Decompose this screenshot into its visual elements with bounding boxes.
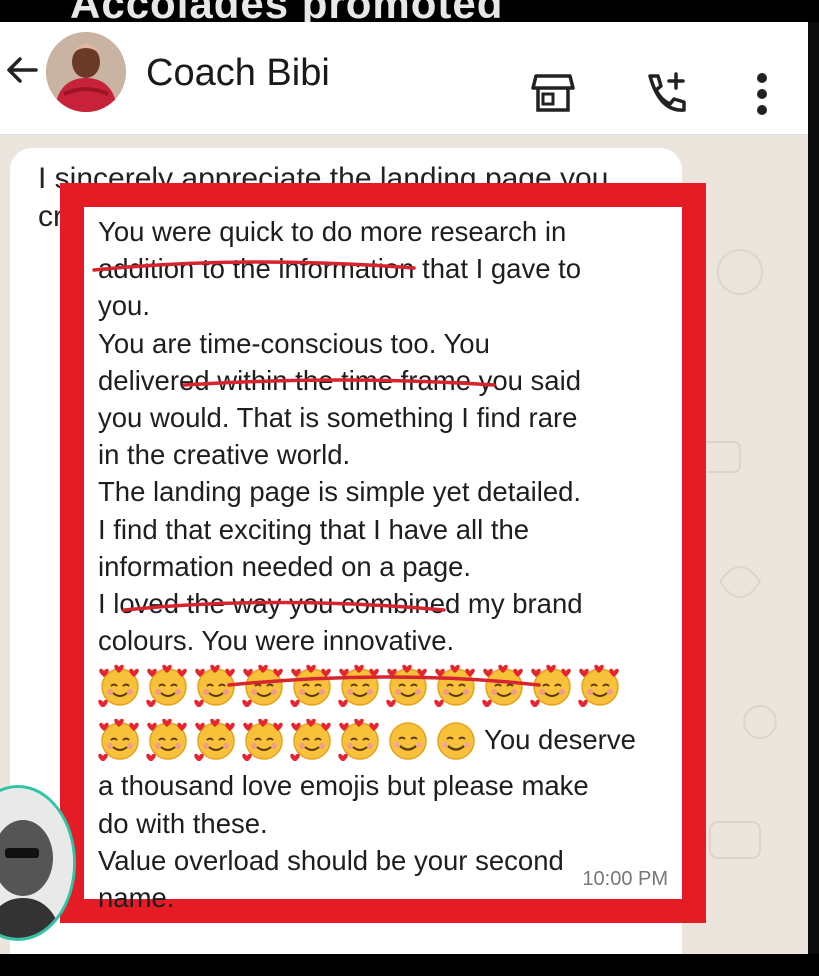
contact-name[interactable]: Coach Bibi <box>146 52 330 95</box>
smiling-face-icon <box>437 722 475 761</box>
highlight-frame: You were quick to do more research in ad… <box>60 183 706 923</box>
contact-avatar[interactable] <box>46 32 126 112</box>
back-arrow-icon[interactable] <box>2 50 42 90</box>
message-line: I find that exciting that I have all the <box>98 513 530 545</box>
call-add-icon[interactable] <box>640 70 688 118</box>
message-line: information needed on a page. <box>98 550 472 582</box>
more-vert-icon[interactable] <box>756 72 768 116</box>
emoji-row <box>98 663 668 713</box>
smiling-face-with-hearts-icon <box>242 665 283 708</box>
smiling-face-with-hearts-icon <box>98 719 139 762</box>
avatar-photo <box>46 32 126 112</box>
smiling-face-with-hearts-icon <box>578 665 619 708</box>
smiling-face-with-hearts-icon <box>434 665 475 708</box>
message-line: in the creative world. <box>98 439 351 471</box>
smiling-face-with-hearts-icon <box>242 719 283 762</box>
smiling-face-with-hearts-icon <box>290 665 331 708</box>
message-timestamp: 10:00 PM <box>582 868 668 890</box>
message-line: You are time-conscious too. You <box>98 327 490 359</box>
smiling-face-icon <box>389 722 427 761</box>
message-line: The landing page is simple yet detailed. <box>98 476 582 508</box>
message-line: you. <box>98 290 150 322</box>
message-line: delivered within the time frame you said <box>98 364 582 396</box>
message-line: do with these. <box>98 807 268 839</box>
smiling-face-with-hearts-icon <box>482 665 523 708</box>
message-line: addition to the information that I gave … <box>98 253 582 285</box>
video-bottom-strip <box>0 954 819 976</box>
smiling-face-with-hearts-icon <box>194 665 235 708</box>
smiling-face-with-hearts-icon <box>338 665 379 708</box>
chat-header: Coach Bibi <box>0 22 808 135</box>
message-line: colours. You were innovative. <box>98 625 455 657</box>
smiling-face-with-hearts-icon <box>290 719 331 762</box>
message-line: You deserve <box>484 723 636 755</box>
smiling-face-with-hearts-icon <box>146 665 187 708</box>
message-body: You were quick to do more research in ad… <box>98 213 668 916</box>
smiling-face-with-hearts-icon <box>194 719 235 762</box>
message-line: you would. That is something I find rare <box>98 402 578 434</box>
video-top-strip: Accolades promoted <box>0 0 819 22</box>
message-line: You were quick to do more research in <box>98 216 567 247</box>
message-line: I loved the way you combined my brand <box>98 588 583 620</box>
message-line: a thousand love emojis but please make <box>98 770 589 802</box>
smiling-face-with-hearts-icon <box>530 665 571 708</box>
smiling-face-with-hearts-icon <box>338 719 379 762</box>
overlay-caption: Accolades promoted <box>70 0 503 22</box>
shop-icon[interactable] <box>530 72 576 114</box>
emoji-row: You deserve <box>98 717 668 767</box>
smiling-face-with-hearts-icon <box>98 665 139 708</box>
smiling-face-with-hearts-icon <box>386 665 427 708</box>
smiling-face-with-hearts-icon <box>146 719 187 762</box>
